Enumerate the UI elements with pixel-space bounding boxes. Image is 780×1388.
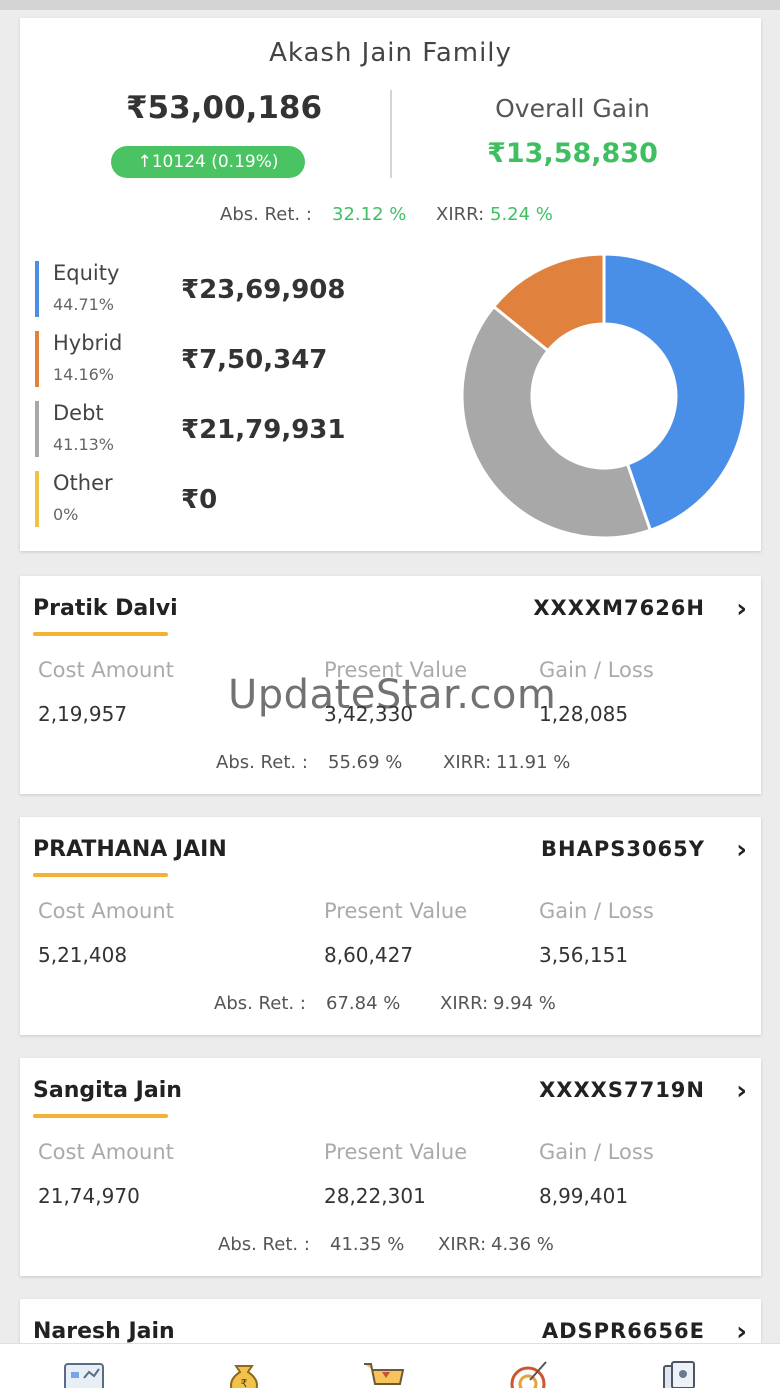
chevron-right-icon[interactable]: › (736, 835, 747, 865)
member-card[interactable]: Sangita Jain XXXXS7719N › Cost Amount Pr… (20, 1058, 761, 1276)
abs-ret-label: Abs. Ret. : (214, 993, 306, 1014)
family-title: Akash Jain Family (269, 38, 512, 68)
asset-amount: ₹21,79,931 (181, 415, 346, 445)
overall-gain-value: ₹13,58,830 (487, 138, 658, 169)
abs-ret-value: 55.69 % (328, 752, 403, 773)
asset-amount: ₹23,69,908 (181, 275, 346, 305)
svg-text:₹: ₹ (241, 1377, 248, 1388)
member-name: Sangita Jain (33, 1078, 182, 1103)
asset-amount: ₹0 (181, 485, 218, 515)
abs-ret-value: 41.35 % (330, 1234, 405, 1255)
top-edge (0, 0, 780, 10)
divider (390, 90, 392, 178)
gain-loss-label: Gain / Loss (539, 899, 654, 923)
cost-amount-label: Cost Amount (38, 1140, 174, 1164)
present-value-label: Present Value (324, 1140, 468, 1164)
abs-ret-value: 67.84 % (326, 993, 401, 1014)
xirr-value: 11.91 % (496, 752, 571, 773)
cost-amount-value: 2,19,957 (38, 702, 128, 726)
asset-name: Equity (53, 261, 120, 285)
abs-ret-label: Abs. Ret. : (218, 1234, 310, 1255)
asset-percent: 14.16% (53, 365, 115, 384)
xirr-label: XIRR: (438, 1234, 487, 1255)
asset-name: Hybrid (53, 331, 123, 355)
xirr-value: 9.94 % (493, 993, 556, 1014)
summary-abs-ret-label: Abs. Ret. : (220, 204, 312, 225)
asset-percent: 0% (53, 505, 79, 524)
member-card[interactable]: PRATHANA JAIN BHAPS3065Y › Cost Amount P… (20, 817, 761, 1035)
member-pan: ADSPR6656E (541, 1319, 705, 1343)
present-value-label: Present Value (324, 899, 468, 923)
cost-amount-label: Cost Amount (38, 658, 174, 682)
gain-loss-value: 3,56,151 (539, 943, 629, 967)
summary-xirr-value: 5.24 % (490, 204, 553, 225)
abs-ret-label: Abs. Ret. : (216, 752, 308, 773)
cost-amount-value: 21,74,970 (38, 1184, 140, 1208)
name-underline (33, 632, 168, 636)
asset-hybrid[interactable]: Hybrid 14.16% ₹7,50,347 (35, 331, 399, 387)
summary-xirr-label: XIRR: (436, 204, 485, 225)
chevron-right-icon[interactable]: › (736, 594, 747, 624)
overall-gain-label: Overall Gain (495, 94, 650, 123)
target-icon[interactable] (508, 1358, 552, 1388)
xirr-value: 4.36 % (491, 1234, 554, 1255)
gain-loss-value: 8,99,401 (539, 1184, 629, 1208)
asset-debt[interactable]: Debt 41.13% ₹21,79,931 (35, 401, 399, 457)
watermark: UpdateStar.com (228, 672, 557, 718)
bottom-navigation: ₹ (0, 1343, 780, 1388)
day-change-badge: ↑10124 (0.19%) (111, 146, 305, 178)
asset-amount: ₹7,50,347 (181, 345, 328, 375)
dashboard-icon[interactable] (62, 1358, 106, 1388)
asset-equity[interactable]: Equity 44.71% ₹23,69,908 (35, 261, 399, 317)
member-name: Pratik Dalvi (33, 596, 178, 621)
asset-percent: 41.13% (53, 435, 115, 454)
member-name: PRATHANA JAIN (33, 837, 227, 862)
present-value-value: 8,60,427 (324, 943, 414, 967)
money-bag-icon[interactable]: ₹ (222, 1358, 266, 1388)
cost-amount-label: Cost Amount (38, 899, 174, 923)
allocation-donut-chart[interactable] (461, 253, 747, 539)
asset-name: Other (53, 471, 113, 495)
summary-abs-ret-value: 32.12 % (332, 204, 407, 225)
member-pan: BHAPS3065Y (540, 837, 705, 861)
family-summary-card: Akash Jain Family ₹53,00,186 ↑10124 (0.1… (20, 18, 761, 551)
member-name: Naresh Jain (33, 1319, 175, 1344)
xirr-label: XIRR: (440, 993, 489, 1014)
xirr-label: XIRR: (443, 752, 492, 773)
name-underline (33, 873, 168, 877)
cart-icon[interactable] (362, 1358, 406, 1388)
member-pan: XXXXS7719N (539, 1078, 705, 1102)
asset-other[interactable]: Other 0% ₹0 (35, 471, 399, 527)
cost-amount-value: 5,21,408 (38, 943, 128, 967)
name-underline (33, 1114, 168, 1118)
gain-loss-label: Gain / Loss (539, 1140, 654, 1164)
present-value-value: 28,22,301 (324, 1184, 426, 1208)
asset-percent: 44.71% (53, 295, 115, 314)
total-value: ₹53,00,186 (125, 90, 323, 126)
chevron-right-icon[interactable]: › (736, 1076, 747, 1106)
member-pan: XXXXM7626H (533, 596, 705, 620)
asset-name: Debt (53, 401, 104, 425)
documents-icon[interactable] (658, 1358, 702, 1388)
